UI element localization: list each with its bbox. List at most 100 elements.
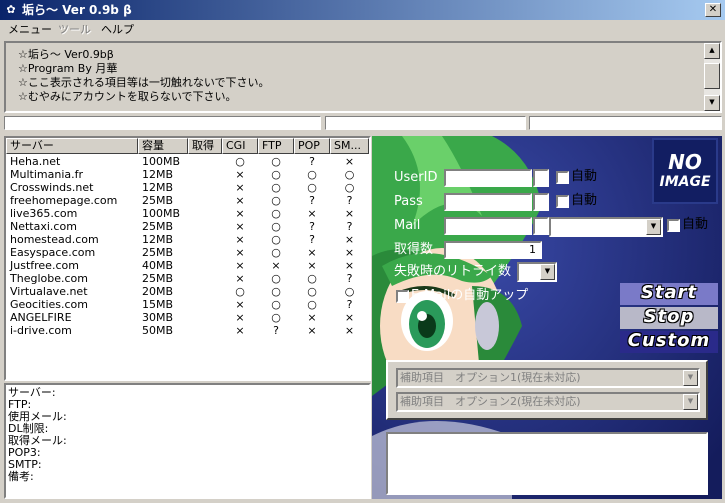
userid-suffix-input[interactable]	[533, 169, 549, 187]
column-header-capacity[interactable]: 容量	[138, 138, 188, 154]
table-row[interactable]: ANGELFIRE 30MB × ○ × ×	[6, 311, 369, 324]
table-row[interactable]: freehomepage.com 25MB × ○??	[6, 194, 369, 207]
table-row[interactable]: Justfree.com 40MB × × × ×	[6, 259, 369, 272]
cell-cgi: ×	[235, 272, 245, 285]
cell-capacity: 100MB	[142, 207, 181, 220]
cell-pop: ○	[307, 181, 317, 194]
mail-label: Mail	[394, 218, 421, 233]
table-row[interactable]: Nettaxi.com 25MB × ○??	[6, 220, 369, 233]
cell-ftp: ○	[271, 155, 281, 168]
menu-tools[interactable]: ツール	[58, 23, 91, 36]
email-auto-upload-checkbox[interactable]	[396, 290, 409, 303]
cell-cgi: ×	[235, 246, 245, 259]
menu-help[interactable]: ヘルプ	[101, 23, 134, 36]
mail-domain-select[interactable]: ▼	[549, 217, 663, 237]
cell-pop: ?	[309, 233, 315, 246]
table-row[interactable]: Virtualave.net 20MB ○ ○ ○ ○	[6, 285, 369, 298]
mail-input[interactable]	[444, 217, 532, 235]
cell-cgi: ×	[235, 324, 245, 337]
server-list[interactable]: サーバー 容量 取得 CGI FTP POP SM... Heha.net 100…	[4, 136, 371, 381]
cell-ftp: ○	[271, 168, 281, 181]
mail-auto-checkbox[interactable]	[667, 219, 680, 232]
close-button[interactable]: ✕	[705, 3, 721, 17]
mail-suffix-input[interactable]	[533, 217, 549, 235]
cell-ftp: ○	[271, 285, 281, 298]
log-textbox[interactable]	[386, 432, 708, 495]
stop-button[interactable]: Stop	[620, 307, 718, 329]
column-header-pop[interactable]: POP	[294, 138, 330, 154]
table-row[interactable]: i-drive.com 50MB ×? × ×	[6, 324, 369, 337]
table-row[interactable]: Multimania.fr 12MB × ○ ○ ○	[6, 168, 369, 181]
cell-smtp: ×	[344, 207, 355, 220]
table-row[interactable]: homestead.com 12MB × ○? ×	[6, 233, 369, 246]
scroll-up-icon[interactable]: ▲	[704, 43, 720, 59]
column-header-smtp[interactable]: SM...	[330, 138, 369, 154]
table-row[interactable]: live365.com 100MB × ○ × ×	[6, 207, 369, 220]
cell-server-name: ANGELFIRE	[10, 311, 72, 324]
cell-ftp: ○	[271, 233, 281, 246]
cell-cgi: ×	[235, 298, 245, 311]
cell-pop: ×	[307, 246, 317, 259]
cell-ftp: ○	[271, 181, 281, 194]
pass-auto-checkbox[interactable]	[556, 195, 569, 208]
userid-input[interactable]	[444, 169, 532, 187]
detail-panel: サーバー: FTP: 使用メール: DL制限: 取得メール: POP3: SMT…	[4, 383, 371, 499]
cell-cgi: ○	[235, 285, 245, 298]
pass-suffix-input[interactable]	[533, 193, 549, 211]
menu-bar: メニュー ツール ヘルプ	[0, 20, 725, 39]
no-image-line1: NO	[668, 150, 702, 174]
table-row[interactable]: Heha.net 100MB ○ ○? ×	[6, 155, 369, 168]
cell-ftp: ○	[271, 272, 281, 285]
mail-auto-label: 自動	[682, 217, 709, 232]
count-input[interactable]: 1	[444, 241, 542, 259]
cell-capacity: 12MB	[142, 233, 174, 246]
scroll-thumb[interactable]	[704, 63, 720, 89]
cell-capacity: 50MB	[142, 324, 174, 337]
custom-button[interactable]: Custom	[620, 331, 718, 353]
menu-main[interactable]: メニュー	[8, 23, 52, 36]
chevron-down-icon[interactable]: ▼	[683, 370, 698, 386]
cell-smtp: ×	[344, 311, 355, 324]
chevron-down-icon[interactable]: ▼	[683, 394, 698, 410]
table-row[interactable]: Theglobe.com 25MB × ○ ○?	[6, 272, 369, 285]
cell-capacity: 12MB	[142, 168, 174, 181]
chevron-down-icon[interactable]: ▼	[646, 219, 661, 235]
info-line: ☆むやみにアカウントを取らないで下さい。	[18, 90, 237, 103]
table-row[interactable]: Geocities.com 15MB × ○ ○?	[6, 298, 369, 311]
column-header-acquired[interactable]: 取得	[188, 138, 222, 154]
option1-select[interactable]: 補助項目 オプション1(現在未対応) ▼	[396, 368, 700, 388]
column-header-cgi[interactable]: CGI	[222, 138, 258, 154]
status-field-3	[529, 116, 722, 130]
pass-input[interactable]	[444, 193, 532, 211]
table-row[interactable]: Easyspace.com 25MB × ○ × ×	[6, 246, 369, 259]
cell-ftp: ?	[273, 324, 279, 337]
cell-capacity: 12MB	[142, 181, 174, 194]
title-bar[interactable]: ✿ 垢ら～ Ver 0.9b β ✕	[0, 0, 725, 20]
info-scrollbar[interactable]: ▲ ▼	[704, 43, 720, 111]
no-image-placeholder: NO IMAGE	[652, 138, 718, 204]
info-textbox[interactable]: ☆垢ら～ Ver0.9bβ ☆Program By 月華 ☆ここ表示される項目等…	[4, 41, 722, 113]
option2-select[interactable]: 補助項目 オプション2(現在未対応) ▼	[396, 392, 700, 412]
option-group: 補助項目 オプション1(現在未対応) ▼ 補助項目 オプション2(現在未対応) …	[386, 360, 708, 420]
cell-capacity: 20MB	[142, 285, 174, 298]
cell-smtp: ○	[344, 181, 355, 194]
cell-server-name: Justfree.com	[10, 259, 79, 272]
info-line: ☆Program By 月華	[18, 62, 118, 75]
chevron-down-icon[interactable]: ▼	[540, 264, 555, 280]
cell-server-name: Crosswinds.net	[10, 181, 94, 194]
retry-select[interactable]: ▼	[517, 262, 557, 282]
table-row[interactable]: Crosswinds.net 12MB × ○ ○ ○	[6, 181, 369, 194]
cell-server-name: Nettaxi.com	[10, 220, 77, 233]
userid-auto-checkbox[interactable]	[556, 171, 569, 184]
column-header-ftp[interactable]: FTP	[258, 138, 294, 154]
count-label: 取得数	[394, 242, 434, 257]
cell-pop: ○	[307, 272, 317, 285]
app-icon: ✿	[6, 3, 16, 16]
cell-smtp: ×	[344, 324, 355, 337]
column-header-server[interactable]: サーバー	[6, 138, 138, 154]
cell-capacity: 100MB	[142, 155, 181, 168]
start-button[interactable]: Start	[620, 283, 718, 305]
scroll-down-icon[interactable]: ▼	[704, 95, 720, 111]
cell-smtp: ?	[346, 298, 353, 311]
cell-server-name: Heha.net	[10, 155, 61, 168]
